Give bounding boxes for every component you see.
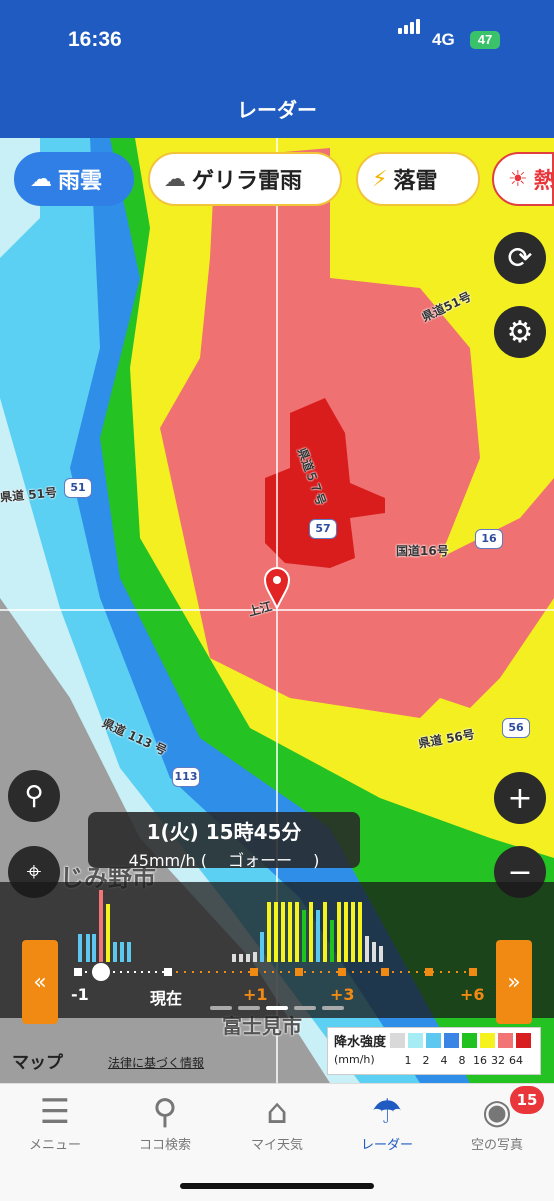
- timeline-label: +1: [243, 985, 268, 1004]
- zoom-in-button[interactable]: +: [494, 772, 546, 824]
- status-time: 16:36: [68, 28, 122, 51]
- apple-maps-logo: マップ: [12, 1053, 63, 1073]
- sun-icon: ☀: [508, 166, 528, 192]
- route-shield: 56: [502, 718, 530, 738]
- home-indicator: [180, 1183, 374, 1189]
- legend-swatch: [480, 1033, 495, 1048]
- legend-title: 降水強度: [334, 1035, 387, 1050]
- tab-radar[interactable]: ☂ レーダー: [332, 1090, 442, 1153]
- search-button[interactable]: ⚲: [8, 770, 60, 822]
- legend-swatch: [444, 1033, 459, 1048]
- legend-swatch: [426, 1033, 441, 1048]
- rewind-button[interactable]: «: [22, 940, 58, 1024]
- legend-value: 8: [458, 1054, 466, 1067]
- battery-icon: 47: [470, 31, 500, 49]
- legend-swatch: [462, 1033, 477, 1048]
- fast-forward-icon: »: [507, 969, 521, 995]
- tab-label: メニュー: [28, 1138, 81, 1153]
- tab-label: 雨雲: [58, 169, 103, 194]
- fast-forward-button[interactable]: »: [496, 940, 532, 1024]
- status-bar: 16:36 4G 47: [0, 0, 554, 84]
- route-shield: 51: [64, 478, 92, 498]
- rewind-icon: «: [33, 969, 47, 995]
- legend-value: 32: [491, 1054, 505, 1067]
- legend-swatch: [408, 1033, 423, 1048]
- legend-value: 4: [440, 1054, 448, 1067]
- legend-unit: (mm/h): [334, 1053, 375, 1066]
- notification-badge: 15: [510, 1086, 544, 1114]
- legal-link[interactable]: 法律に基づく情報: [108, 1054, 204, 1071]
- legend-swatch: [516, 1033, 531, 1048]
- page-title: レーダー: [237, 98, 317, 122]
- route-shield: 16: [475, 529, 503, 549]
- timeline-label: +6: [460, 985, 485, 1004]
- lightning-icon: ⚡: [372, 166, 388, 192]
- tab-label: レーダー: [360, 1138, 413, 1153]
- forecast-time: 1(火) 15時45分: [146, 820, 302, 844]
- legend-value: 2: [422, 1054, 430, 1067]
- refresh-button[interactable]: ⟳: [494, 232, 546, 284]
- timeline-label: +3: [330, 985, 355, 1004]
- header-bar: レーダー: [0, 84, 554, 138]
- tab-label: ゲリラ雷雨: [192, 169, 303, 194]
- home-icon: ⌂: [266, 1092, 288, 1132]
- tab-search[interactable]: ⚲ ココ検索: [110, 1090, 220, 1153]
- search-icon: ⚲: [24, 781, 44, 811]
- time-info-box: 1(火) 15時45分 45mm/h ( ゴォーー ): [88, 812, 360, 870]
- timeline-label: -1: [71, 985, 89, 1004]
- legend-value: 1: [404, 1054, 412, 1067]
- legend-value: 64: [509, 1054, 523, 1067]
- route-shield: 57: [309, 519, 337, 539]
- tab-label: 落雷: [393, 169, 438, 194]
- legend-swatch: [498, 1033, 513, 1048]
- gear-icon: ⚙: [506, 314, 534, 350]
- legend-swatch: [390, 1033, 405, 1048]
- refresh-icon: ⟳: [507, 240, 533, 276]
- legend-value: 16: [473, 1054, 487, 1067]
- tab-label: 空の写真: [470, 1138, 523, 1153]
- route-shield: 113: [172, 767, 200, 787]
- settings-button[interactable]: ⚙: [494, 306, 546, 358]
- tab-guerrilla-thunder[interactable]: ☁ ゲリラ雷雨: [148, 152, 342, 206]
- rain-intensity: 45mm/h ( ゴォーー ): [128, 851, 320, 870]
- plus-icon: +: [507, 780, 533, 816]
- tab-menu[interactable]: ☰ メニュー: [0, 1090, 110, 1153]
- menu-icon: ☰: [39, 1092, 71, 1132]
- tab-my-weather[interactable]: ⌂ マイ天気: [222, 1090, 332, 1153]
- road-label: 国道16号: [396, 544, 449, 558]
- search-icon: ⚲: [152, 1092, 178, 1132]
- precipitation-legend: 降水強度 (mm/h) 1 2 4 8 16 32 64: [327, 1027, 541, 1075]
- tab-label: マイ天気: [250, 1138, 303, 1153]
- tab-label: 熱: [533, 169, 554, 194]
- umbrella-icon: ☂: [371, 1092, 403, 1132]
- rain-cloud-icon: ☁: [30, 166, 52, 192]
- tab-heat[interactable]: ☀ 熱: [492, 152, 554, 206]
- tab-label: ココ検索: [138, 1138, 191, 1153]
- tab-rain-cloud[interactable]: ☁ 雨雲: [14, 152, 134, 206]
- timeline-label: 現在: [150, 989, 183, 1008]
- tab-lightning[interactable]: ⚡ 落雷: [356, 152, 480, 206]
- thunder-cloud-icon: ☁: [164, 166, 186, 192]
- network-type: 4G: [432, 30, 455, 49]
